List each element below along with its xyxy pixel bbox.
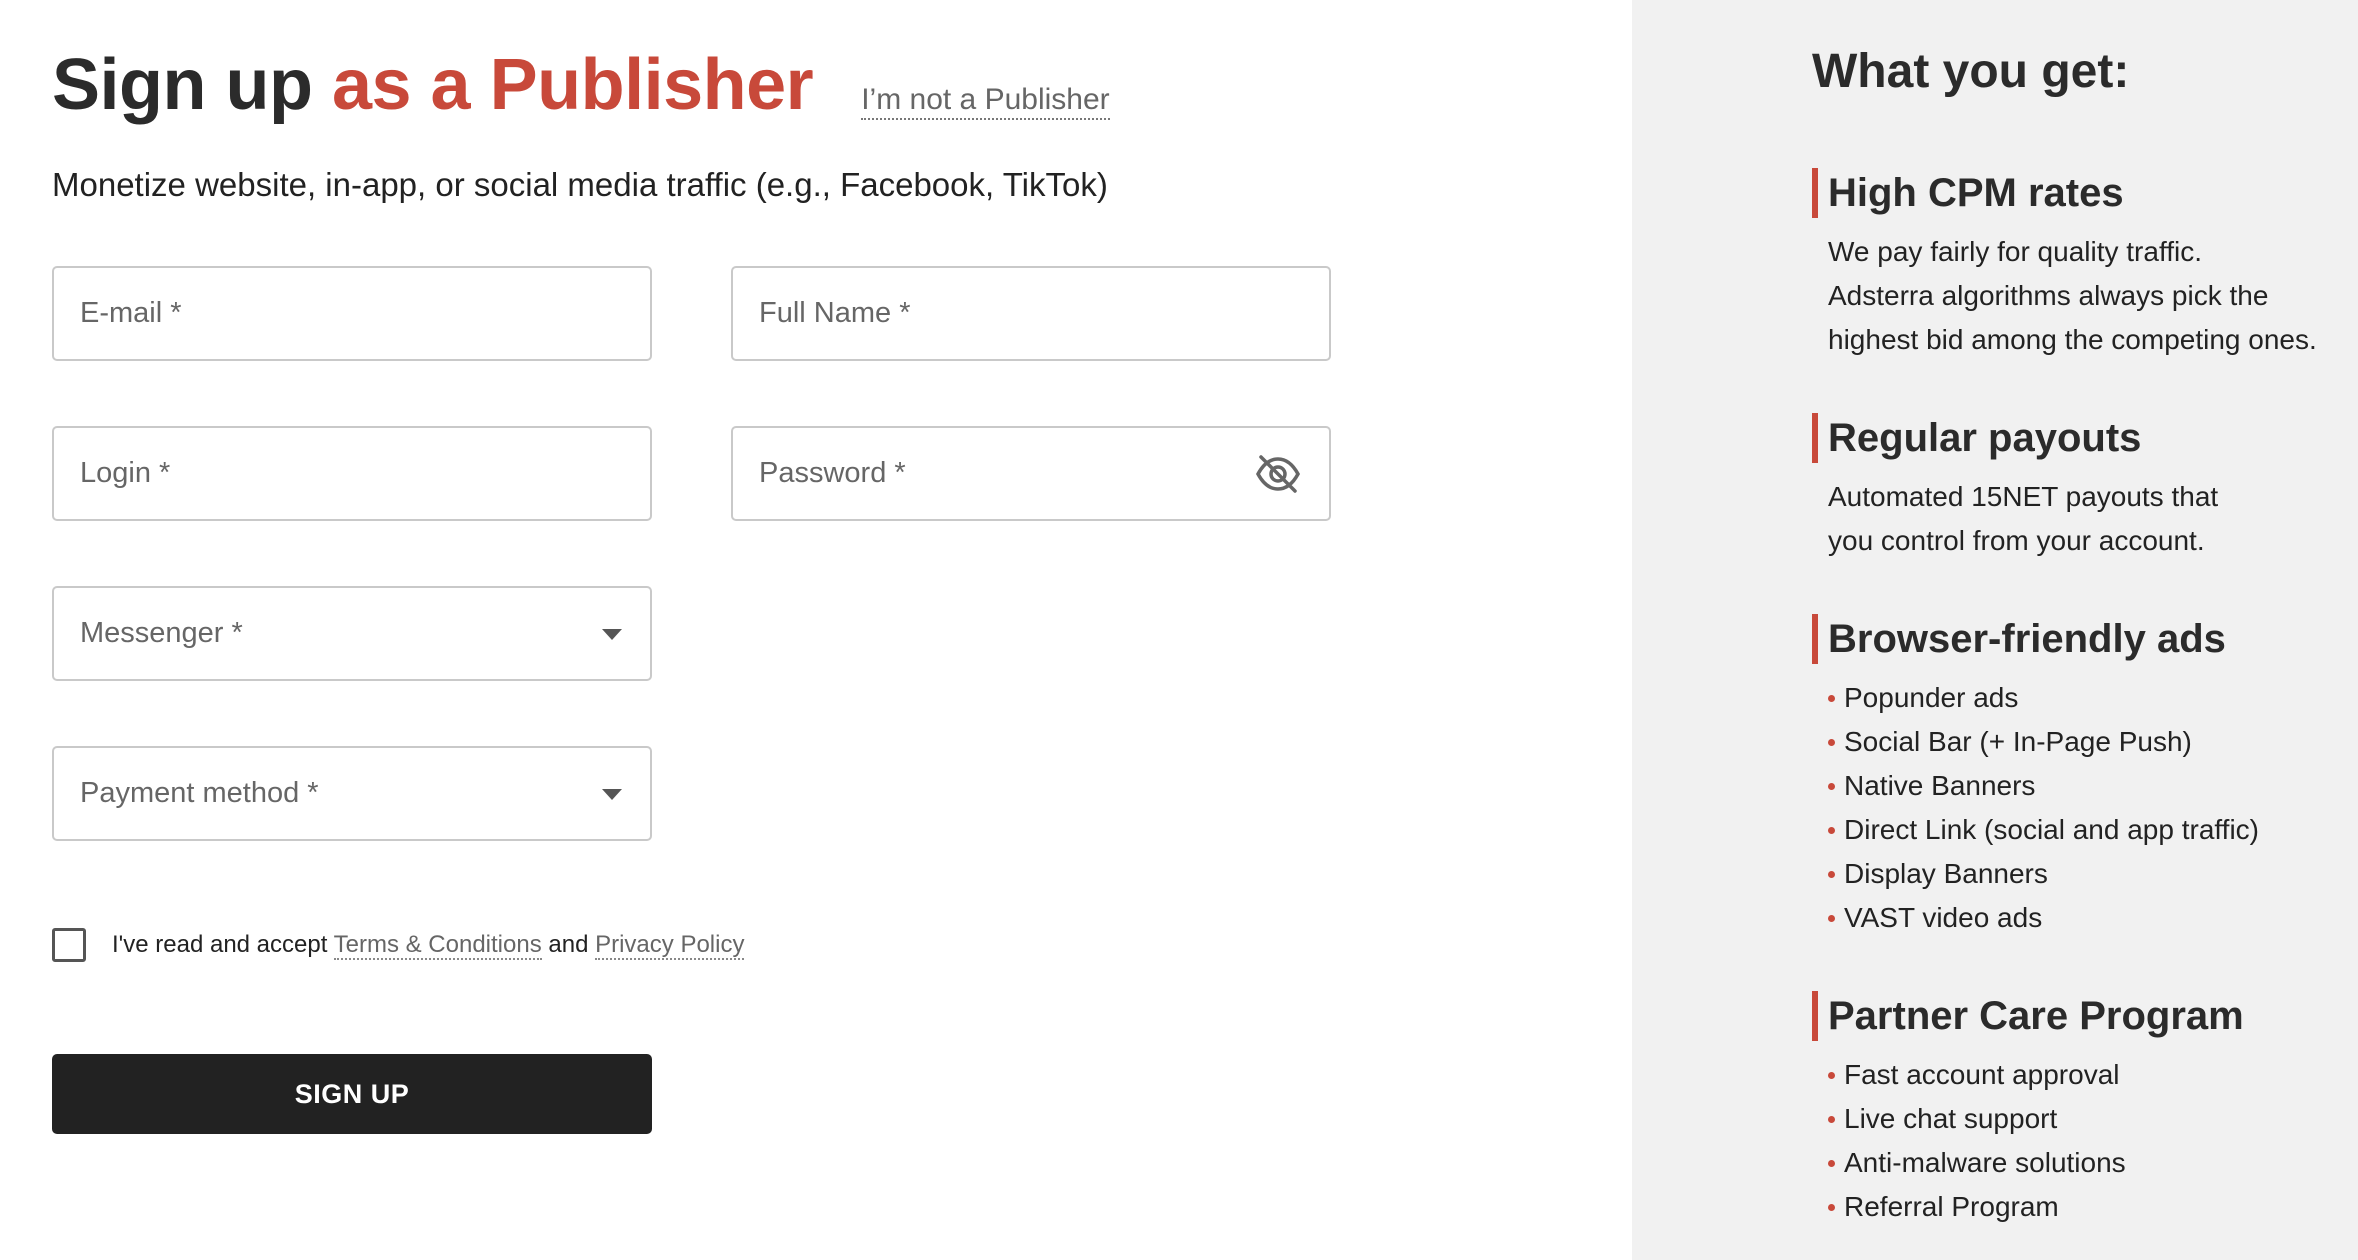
terms-link[interactable]: Terms & Conditions [333, 931, 542, 960]
page-title-accent: as a Publisher [331, 45, 814, 125]
list-item: Native Banners [1828, 764, 2352, 808]
password-placeholder: Password * [759, 457, 906, 489]
payment-method-select[interactable]: Payment method * [52, 746, 652, 841]
list-item-label: Native Banners [1844, 770, 2036, 801]
list-item: Social Bar (+ In-Page Push) [1828, 720, 2352, 764]
feature-heading: High CPM rates [1812, 168, 2352, 218]
password-field[interactable]: Password * [731, 426, 1331, 521]
list-item: Fast account approval [1828, 1053, 2352, 1097]
feature-regular-payouts: Regular payouts Automated 15NET payouts … [1812, 413, 2352, 563]
bullet-icon [1828, 1203, 1835, 1211]
terms-prefix: I've read and accept [112, 931, 334, 958]
feature-line: Adsterra algorithms always pick the [1828, 280, 2269, 311]
list-item-label: Popunder ads [1844, 682, 2019, 713]
terms-checkbox[interactable] [52, 928, 86, 962]
list-item-label: Live chat support [1844, 1103, 2058, 1134]
page-title: Sign up as a Publisher [52, 44, 814, 126]
bullet-icon [1828, 1115, 1835, 1123]
login-placeholder: Login * [80, 457, 171, 489]
list-item-label: VAST video ads [1844, 902, 2043, 933]
feature-heading: Partner Care Program [1812, 991, 2352, 1041]
feature-description: Automated 15NET payouts that you control… [1828, 475, 2352, 563]
email-field[interactable]: E-mail * [52, 266, 652, 361]
payment-method-placeholder: Payment method * [80, 777, 319, 809]
feature-high-cpm: High CPM rates We pay fairly for quality… [1812, 168, 2352, 362]
caret-down-icon [602, 628, 622, 640]
login-field[interactable]: Login * [52, 426, 652, 521]
list-item-label: Social Bar (+ In-Page Push) [1844, 726, 2192, 757]
bullet-icon [1828, 738, 1835, 746]
list-item: Direct Link (social and app traffic) [1828, 808, 2352, 852]
feature-heading: Browser-friendly ads [1812, 614, 2352, 664]
list-item-label: Fast account approval [1844, 1059, 2120, 1090]
list-item-label: Display Banners [1844, 858, 2048, 889]
signup-form-panel: Sign up as a Publisher I’m not a Publish… [0, 0, 1632, 1260]
benefits-panel: What you get: High CPM rates We pay fair… [1632, 0, 2358, 1260]
feature-list: Fast account approval Live chat support … [1828, 1053, 2352, 1229]
list-item: Anti-malware solutions [1828, 1141, 2352, 1185]
list-item: Live chat support [1828, 1097, 2352, 1141]
sign-up-button[interactable]: SIGN UP [52, 1054, 652, 1134]
benefits-title: What you get: [1812, 45, 2130, 98]
list-item: Display Banners [1828, 852, 2352, 896]
not-publisher-link[interactable]: I’m not a Publisher [861, 83, 1110, 120]
bullet-icon [1828, 914, 1835, 922]
list-item-label: Referral Program [1844, 1191, 2059, 1222]
feature-heading: Regular payouts [1812, 413, 2352, 463]
feature-line: you control from your account. [1828, 525, 2205, 556]
feature-line: We pay fairly for quality traffic. [1828, 236, 2202, 267]
terms-and: and [541, 931, 596, 958]
list-item: Referral Program [1828, 1185, 2352, 1229]
bullet-icon [1828, 782, 1835, 790]
feature-description: We pay fairly for quality traffic. Adste… [1828, 230, 2352, 362]
feature-line: highest bid among the competing ones. [1828, 324, 2317, 355]
list-item: Popunder ads [1828, 676, 2352, 720]
list-item: VAST video ads [1828, 896, 2352, 940]
privacy-policy-link[interactable]: Privacy Policy [595, 931, 745, 960]
bullet-icon [1828, 694, 1835, 702]
bullet-icon [1828, 826, 1835, 834]
email-placeholder: E-mail * [80, 297, 182, 329]
page-title-main: Sign up [52, 45, 332, 125]
bullet-icon [1828, 870, 1835, 878]
list-item-label: Direct Link (social and app traffic) [1844, 814, 2259, 845]
messenger-placeholder: Messenger * [80, 617, 243, 649]
title-row: Sign up as a Publisher I’m not a Publish… [52, 44, 1110, 126]
feature-line: Automated 15NET payouts that [1828, 481, 2219, 512]
page-subtitle: Monetize website, in-app, or social medi… [52, 166, 1108, 203]
bullet-icon [1828, 1071, 1835, 1079]
caret-down-icon [602, 788, 622, 800]
messenger-select[interactable]: Messenger * [52, 586, 652, 681]
feature-list: Popunder ads Social Bar (+ In-Page Push)… [1828, 676, 2352, 940]
terms-row: I've read and accept Terms & Conditions … [52, 928, 745, 962]
bullet-icon [1828, 1159, 1835, 1167]
feature-browser-friendly-ads: Browser-friendly ads Popunder ads Social… [1812, 614, 2352, 940]
full-name-placeholder: Full Name * [759, 297, 911, 329]
full-name-field[interactable]: Full Name * [731, 266, 1331, 361]
terms-text: I've read and accept Terms & Conditions … [112, 931, 745, 960]
list-item-label: Anti-malware solutions [1844, 1147, 2126, 1178]
eye-slash-icon[interactable] [1255, 452, 1301, 496]
feature-partner-care: Partner Care Program Fast account approv… [1812, 991, 2352, 1229]
